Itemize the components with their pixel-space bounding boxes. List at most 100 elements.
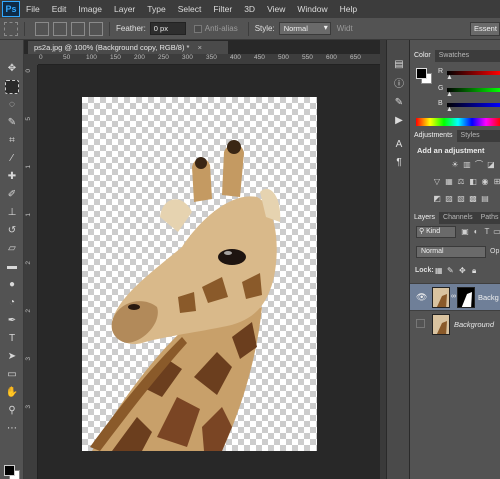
type-tool-icon[interactable]: T — [5, 332, 19, 346]
canvas-area[interactable] — [38, 65, 380, 479]
document-tab[interactable]: ps2a.jpg @ 100% (Background copy, RGB/8)… — [28, 41, 228, 54]
style-select[interactable]: Normal — [278, 22, 331, 35]
lock-all-icon[interactable]: 🔒︎ — [472, 266, 476, 276]
menu-layer[interactable]: Layer — [108, 4, 141, 14]
menu-edit[interactable]: Edit — [46, 4, 73, 14]
menu-view[interactable]: View — [261, 4, 291, 14]
marquee-preset-icon[interactable] — [4, 21, 18, 36]
close-icon[interactable]: × — [198, 43, 202, 52]
character-icon[interactable]: A — [392, 138, 406, 152]
slider-b[interactable] — [447, 103, 500, 107]
antialias-checkbox[interactable] — [193, 24, 202, 33]
tab-channels[interactable]: Channels — [439, 212, 477, 224]
history-icon[interactable]: ▤ — [392, 58, 406, 72]
layer-mask-thumbnail[interactable] — [457, 287, 475, 308]
brightness-icon[interactable]: ☀ — [450, 160, 460, 170]
properties-icon[interactable]: ⓘ — [392, 78, 406, 92]
document-canvas[interactable] — [82, 97, 317, 451]
workspace-select[interactable]: Essent — [470, 22, 500, 36]
layer-row-background-copy[interactable]: 👁︎ ∞ Backg — [410, 283, 500, 310]
tab-adjustments[interactable]: Adjustments — [410, 130, 457, 142]
visibility-toggle[interactable] — [416, 319, 425, 328]
gradient-tool-icon[interactable]: ▬ — [5, 260, 19, 274]
slider-thumb-icon[interactable]: ▲ — [446, 74, 453, 81]
ruler-origin[interactable] — [24, 54, 38, 65]
color-spectrum-bar[interactable] — [416, 118, 500, 126]
eyedropper-tool-icon[interactable]: ⁄ — [5, 152, 19, 166]
more-tools-icon[interactable]: ⋯ — [5, 422, 19, 436]
menu-3d[interactable]: 3D — [238, 4, 261, 14]
subtract-selection-icon[interactable] — [71, 21, 85, 36]
eye-icon[interactable]: 👁︎ — [416, 292, 427, 303]
black-white-icon[interactable]: ◧ — [468, 177, 478, 187]
tab-layers[interactable]: Layers — [410, 212, 440, 224]
tab-swatches[interactable]: Swatches — [435, 50, 473, 62]
tab-paths[interactable]: Paths — [477, 212, 500, 224]
lasso-tool-icon[interactable]: ◌ — [5, 98, 19, 112]
hand-tool-icon[interactable]: ✋ — [5, 386, 19, 400]
levels-icon[interactable]: ▥ — [462, 160, 472, 170]
selective-color-icon[interactable]: ▩ — [468, 194, 478, 204]
feather-input[interactable]: 0 px — [149, 22, 186, 35]
filter-adjustment-icon[interactable]: ◐ — [471, 227, 481, 237]
layer-name[interactable]: Background — [454, 320, 494, 329]
quick-selection-tool-icon[interactable]: ✎ — [5, 116, 19, 130]
slider-g[interactable] — [447, 88, 500, 92]
filter-type-icon[interactable]: T — [482, 227, 492, 237]
new-selection-icon[interactable] — [35, 21, 49, 36]
path-selection-tool-icon[interactable]: ➤ — [5, 350, 19, 364]
lock-pixels-icon[interactable]: ✎ — [447, 266, 454, 275]
rectangular-marquee-tool-icon[interactable] — [5, 80, 19, 94]
rectangle-tool-icon[interactable]: ▭ — [5, 368, 19, 382]
add-selection-icon[interactable] — [53, 21, 67, 36]
eraser-tool-icon[interactable]: ▱ — [5, 242, 19, 256]
hue-saturation-icon[interactable]: ▦ — [444, 177, 454, 187]
curves-icon[interactable]: ⌒ — [474, 160, 484, 170]
paragraph-icon[interactable]: ¶ — [392, 156, 406, 170]
channel-mixer-icon[interactable]: ⊞ — [492, 177, 500, 187]
slider-r[interactable] — [447, 71, 500, 75]
healing-brush-tool-icon[interactable]: ✚ — [5, 170, 19, 184]
intersect-selection-icon[interactable] — [89, 21, 103, 36]
blur-tool-icon[interactable]: ● — [5, 278, 19, 292]
menu-file[interactable]: File — [20, 4, 46, 14]
menu-type[interactable]: Type — [141, 4, 171, 14]
layer-name[interactable]: Backg — [478, 293, 499, 302]
lock-position-icon[interactable]: ✥ — [459, 266, 466, 275]
menu-filter[interactable]: Filter — [207, 4, 238, 14]
exposure-icon[interactable]: ◪ — [486, 160, 496, 170]
clone-stamp-tool-icon[interactable]: ⊥ — [5, 206, 19, 220]
blend-mode-select[interactable]: Normal — [416, 246, 486, 258]
zoom-tool-icon[interactable]: ⚲ — [5, 404, 19, 418]
pen-tool-icon[interactable]: ✒ — [5, 314, 19, 328]
actions-icon[interactable]: ▶ — [392, 114, 406, 128]
menu-help[interactable]: Help — [334, 4, 363, 14]
slider-thumb-icon[interactable]: ▲ — [446, 91, 453, 98]
photo-filter-icon[interactable]: ◉ — [480, 177, 490, 187]
brush-presets-icon[interactable]: ✎ — [392, 96, 406, 110]
dodge-tool-icon[interactable]: ◔ — [5, 296, 19, 310]
vibrance-icon[interactable]: ▽ — [432, 177, 442, 187]
lock-transparency-icon[interactable]: ▦ — [435, 266, 443, 275]
posterize-icon[interactable]: ▨ — [444, 194, 454, 204]
menu-select[interactable]: Select — [172, 4, 208, 14]
filter-shape-icon[interactable]: ▭ — [492, 227, 500, 237]
layer-filter-kind-select[interactable]: ⚲ Kind — [416, 226, 456, 238]
gradient-map-icon[interactable]: ▤ — [480, 194, 490, 204]
panel-foreground-swatch[interactable] — [416, 68, 427, 79]
chain-icon[interactable]: ∞ — [451, 293, 456, 300]
foreground-color-swatch[interactable] — [4, 465, 15, 476]
slider-thumb-icon[interactable]: ▲ — [446, 106, 453, 113]
crop-tool-icon[interactable]: ⌗ — [5, 134, 19, 148]
filter-pixel-icon[interactable]: ▣ — [460, 227, 470, 237]
menu-image[interactable]: Image — [72, 4, 108, 14]
move-tool-icon[interactable]: ✥ — [5, 62, 19, 76]
color-balance-icon[interactable]: ⚖ — [456, 177, 466, 187]
threshold-icon[interactable]: ▧ — [456, 194, 466, 204]
tab-styles[interactable]: Styles — [457, 130, 484, 142]
invert-icon[interactable]: ◩ — [432, 194, 442, 204]
brush-tool-icon[interactable]: ✐ — [5, 188, 19, 202]
tab-color[interactable]: Color — [410, 50, 435, 62]
layer-row-background[interactable]: Background — [410, 310, 500, 337]
history-brush-tool-icon[interactable]: ↺ — [5, 224, 19, 238]
